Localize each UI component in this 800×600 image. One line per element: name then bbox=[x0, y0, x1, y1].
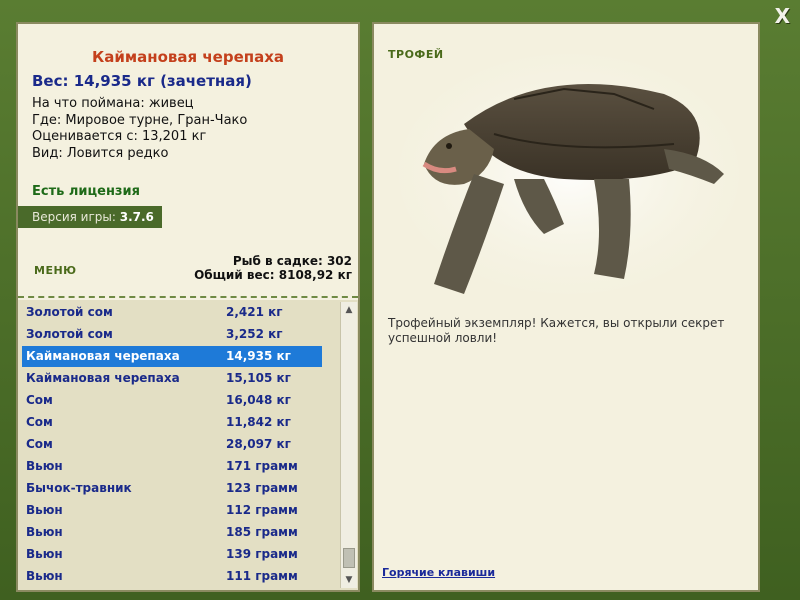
catch-fish-name: Вьюн bbox=[26, 547, 63, 561]
scroll-down-icon[interactable]: ▼ bbox=[341, 572, 357, 588]
catch-fish-name: Вьюн bbox=[26, 525, 63, 539]
catch-fish-weight: 11,842 кг bbox=[226, 415, 291, 429]
catch-list-row[interactable]: Сом 11,842 кг bbox=[22, 412, 322, 433]
catch-list-row[interactable]: Вьюн 111 грамм bbox=[22, 566, 322, 587]
scrollbar[interactable]: ▲ ▼ bbox=[340, 302, 357, 588]
trophy-description: Трофейный экземпляр! Кажется, вы открыли… bbox=[388, 316, 725, 345]
catch-list-row[interactable]: Вьюн 139 грамм bbox=[22, 544, 322, 565]
scroll-thumb[interactable] bbox=[343, 548, 355, 568]
catch-fish-weight: 139 грамм bbox=[226, 547, 298, 561]
catch-fish-name: Золотой сом bbox=[26, 327, 113, 341]
snapping-turtle-image bbox=[399, 54, 739, 294]
fish-title: Каймановая черепаха bbox=[91, 48, 285, 66]
version-badge: Версия игры: 3.7.6 bbox=[18, 206, 162, 228]
fish-count: Рыб в садке: 302 bbox=[232, 254, 352, 268]
license-status: Есть лицензия bbox=[32, 184, 140, 199]
catch-list-row[interactable]: Сом 16,048 кг bbox=[22, 390, 322, 411]
catch-fish-weight: 2,421 кг bbox=[226, 305, 283, 319]
catch-fish-weight: 3,252 кг bbox=[226, 327, 283, 341]
catch-list-row[interactable]: Сом 28,097 кг bbox=[22, 434, 322, 455]
catch-fish-name: Золотой сом bbox=[26, 305, 113, 319]
catch-fish-weight: 171 грамм bbox=[226, 459, 298, 473]
catch-fish-weight: 112 грамм bbox=[226, 503, 298, 517]
close-button[interactable]: X bbox=[775, 4, 790, 28]
catch-fish-weight: 16,048 кг bbox=[226, 393, 291, 407]
version-label: Версия игры: bbox=[32, 210, 120, 224]
catch-fish-weight: 14,935 кг bbox=[226, 349, 291, 363]
version-value: 3.7.6 bbox=[119, 210, 154, 224]
catch-list-row[interactable]: Золотой сом 3,252 кг bbox=[22, 324, 322, 345]
catch-fish-name: Сом bbox=[26, 393, 53, 407]
keepnet-stats: Рыб в садке: 302 Общий вес: 8108,92 кг bbox=[194, 254, 352, 282]
fish-weight: Вес: 14,935 кг (зачетная) bbox=[32, 72, 252, 90]
catch-fish-name: Каймановая черепаха bbox=[26, 349, 180, 363]
catch-fish-weight: 185 грамм bbox=[226, 525, 298, 539]
total-weight: Общий вес: 8108,92 кг bbox=[194, 268, 352, 282]
detail-location: Где: Мировое турне, Гран-Чако bbox=[32, 112, 248, 128]
hotkeys-link[interactable]: Горячие клавиши bbox=[382, 566, 495, 579]
catch-list-row[interactable]: Золотой сом 2,421 кг bbox=[22, 302, 322, 323]
divider bbox=[18, 296, 358, 298]
catch-list-row[interactable]: Каймановая черепаха 15,105 кг bbox=[22, 368, 322, 389]
catch-fish-name: Вьюн bbox=[26, 459, 63, 473]
catch-fish-name: Каймановая черепаха bbox=[26, 371, 180, 385]
catch-list-row[interactable]: Каймановая черепаха 14,935 кг bbox=[22, 346, 322, 367]
catch-list-row[interactable]: Вьюн 112 грамм bbox=[22, 500, 322, 521]
catch-fish-name: Бычок-травник bbox=[26, 481, 132, 495]
detail-bait: На что поймана: живец bbox=[32, 96, 194, 111]
detail-rarity: Вид: Ловится редко bbox=[32, 145, 169, 161]
fish-info-panel: Каймановая черепаха Вес: 14,935 кг (заче… bbox=[16, 22, 360, 592]
catch-list-row[interactable]: Вьюн 171 грамм bbox=[22, 456, 322, 477]
catch-fish-weight: 28,097 кг bbox=[226, 437, 291, 451]
trophy-panel: ТРОФЕЙ Трофейный экземпляр! Кажется, вы … bbox=[372, 22, 760, 592]
catch-fish-name: Вьюн bbox=[26, 569, 63, 583]
catch-list-row[interactable]: Вьюн 185 грамм bbox=[22, 522, 322, 543]
catch-fish-name: Сом bbox=[26, 415, 53, 429]
menu-button[interactable]: МЕНЮ bbox=[34, 264, 77, 277]
fish-details: На что поймана: живец Где: Мировое турне… bbox=[32, 96, 247, 162]
catch-list[interactable]: Золотой сом 2,421 кг Золотой сом 3,252 кг Ка… bbox=[18, 300, 358, 590]
detail-min-weight: Оценивается с: 13,201 кг bbox=[32, 129, 207, 144]
catch-fish-name: Сом bbox=[26, 437, 53, 451]
catch-fish-weight: 111 грамм bbox=[226, 569, 298, 583]
catch-list-row[interactable]: Бычок-травник 123 грамм bbox=[22, 478, 322, 499]
scroll-up-icon[interactable]: ▲ bbox=[341, 302, 357, 318]
catch-fish-name: Вьюн bbox=[26, 503, 63, 517]
catch-fish-weight: 123 грамм bbox=[226, 481, 298, 495]
catch-fish-weight: 15,105 кг bbox=[226, 371, 291, 385]
